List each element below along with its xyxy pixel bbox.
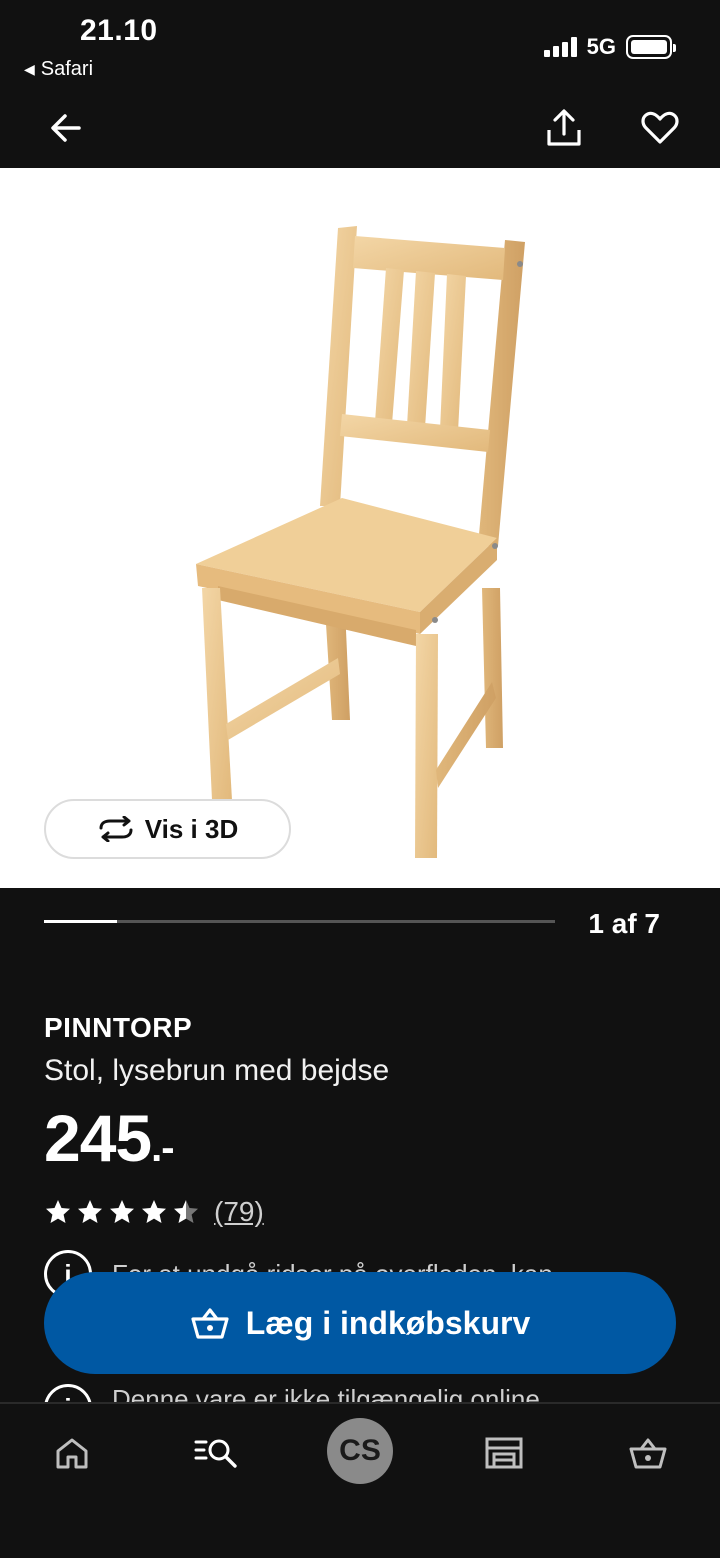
view-in-3d-label: Vis i 3D — [144, 813, 239, 844]
top-navigation — [0, 90, 720, 168]
star-icon — [174, 1200, 198, 1223]
status-indicators: 5G — [543, 34, 676, 60]
back-to-safari[interactable]: ◀ Safari — [24, 58, 93, 81]
share-icon — [547, 109, 581, 146]
star-icon — [78, 1200, 102, 1223]
battery-icon — [626, 35, 676, 59]
rating-count[interactable]: (79) — [214, 1196, 264, 1228]
tab-store[interactable] — [474, 1428, 534, 1478]
tab-basket[interactable] — [618, 1428, 678, 1478]
pager-label: 1 af 7 — [588, 908, 660, 939]
pager-progress-track[interactable] — [44, 920, 555, 923]
star-icon — [110, 1200, 134, 1223]
add-to-cart-button[interactable]: Læg i indkøbskurv — [44, 1272, 676, 1374]
info-row-availability[interactable]: i Denne vare er ikke tilgængelig online — [44, 1384, 684, 1402]
image-pager: 1 af 7 — [0, 888, 720, 960]
status-bar: 21.10 ◀ Safari 5G — [0, 0, 720, 90]
bottom-tab-bar: CS — [0, 1402, 720, 1558]
store-icon — [485, 1437, 523, 1469]
info-text-availability: Denne vare er ikke tilgængelig online — [112, 1384, 540, 1402]
basket-icon — [191, 1308, 229, 1339]
tab-home[interactable] — [42, 1428, 102, 1478]
pager-progress-fill — [44, 920, 117, 923]
chair-product-image — [196, 226, 525, 858]
home-icon — [56, 1438, 88, 1469]
search-list-icon — [194, 1439, 237, 1468]
view-in-3d-button[interactable]: Vis i 3D — [44, 799, 291, 859]
price-suffix: .- — [151, 1126, 174, 1170]
product-name: PINNTORP — [44, 1012, 193, 1043]
product-description: Stol, lysebrun med bejdse — [44, 1054, 390, 1087]
heart-icon — [641, 111, 679, 144]
back-app-label: Safari — [40, 58, 94, 80]
tab-profile-avatar[interactable]: CS — [327, 1418, 393, 1484]
rating-stars — [44, 1198, 200, 1226]
favorite-button[interactable] — [638, 106, 682, 150]
share-button[interactable] — [542, 106, 586, 150]
product-price: 245.- — [44, 1100, 175, 1176]
add-to-cart-label: Læg i indkøbskurv — [245, 1304, 531, 1341]
basket-icon — [629, 1438, 667, 1469]
cellular-signal-icon — [543, 37, 577, 57]
tab-search[interactable] — [186, 1428, 246, 1478]
info-icon: i — [44, 1384, 92, 1402]
arrow-left-icon — [51, 114, 81, 142]
back-triangle-icon: ◀ — [24, 61, 35, 77]
rotate-3d-icon — [99, 816, 133, 842]
network-type: 5G — [586, 34, 616, 59]
status-time: 21.10 — [80, 14, 158, 47]
star-icon — [46, 1200, 70, 1223]
product-image-gallery[interactable]: Vis i 3D — [0, 168, 720, 888]
product-rating[interactable]: (79) — [44, 1196, 264, 1228]
price-value: 245 — [44, 1101, 152, 1175]
star-icon — [142, 1200, 166, 1223]
back-button[interactable] — [44, 106, 88, 150]
